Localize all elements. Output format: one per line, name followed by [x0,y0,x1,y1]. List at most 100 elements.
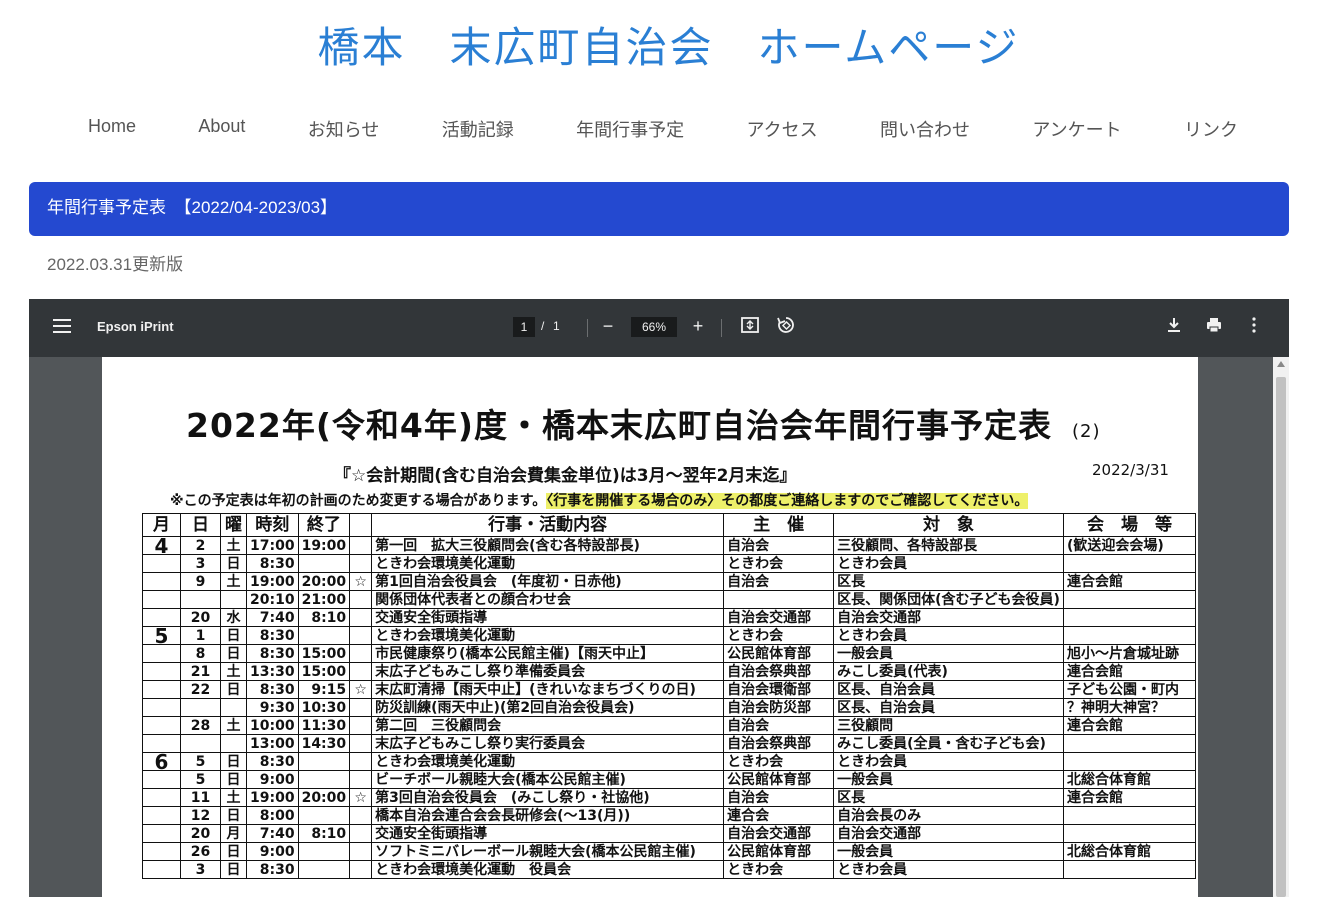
nav-news[interactable]: お知らせ [278,112,410,146]
nav-home[interactable]: Home [58,112,166,146]
table-header-cell: 曜 [220,513,247,537]
table-header-cell: 月 [142,513,181,537]
table-cell: 防災訓練(雨天中止)(第2回自治会役員会) [371,698,725,717]
table-cell [142,716,181,735]
table-header-cell: 会 場 等 [1062,513,1196,537]
table-cell: 1 [180,626,221,645]
scrollbar[interactable] [1273,357,1289,897]
table-cell: ときわ会環境美化運動 [371,626,725,645]
page-total: 1 [553,319,560,333]
nav-links[interactable]: リンク [1154,112,1268,146]
rotate-icon[interactable] [775,315,797,337]
table-row: 11 土 19:00 20:00 ☆ 第3回自治会役員会 (みこし祭り・社協他) 自治会 区長… [142,788,1196,807]
minus-icon[interactable]: − [597,315,619,337]
scrollbar-thumb[interactable] [1276,377,1286,897]
table-cell: 15:00 [297,662,351,681]
table-cell: 19:00 [246,788,299,807]
table-cell [297,806,351,825]
table-cell: 日 [220,842,247,861]
table-cell: 三役顧問 [833,716,1064,735]
table-cell: 20 [180,608,221,627]
table-cell: 12 [180,806,221,825]
table-cell: 日 [220,752,247,771]
table-cell [1062,752,1196,771]
table-cell [297,554,351,573]
table-cell: 北総合体育館 [1062,842,1196,861]
print-icon[interactable] [1203,315,1225,337]
table-cell [1062,860,1196,879]
table-cell: 日 [220,644,247,663]
table-cell: ☆ [349,788,373,807]
table-cell: 8:10 [297,608,351,627]
table-row: 9 土 19:00 20:00 ☆ 第1回自治会役員会 (年度初・日赤他) 自治会 区長 連合会… [142,572,1196,591]
nav-access[interactable]: アクセス [717,112,848,146]
table-cell: 8 [180,644,221,663]
table-cell: 子ども公園・町内 [1062,680,1196,699]
nav-survey[interactable]: アンケート [1002,112,1151,146]
table-cell: 区長 [833,788,1064,807]
plus-icon[interactable]: + [687,315,709,337]
table-cell: 自治会交通部 [833,824,1064,843]
table-header-cell: 日 [180,513,221,537]
table-cell [142,860,181,879]
table-cell [349,644,373,663]
doc-date: 2022/3/31 [1092,461,1169,479]
download-icon[interactable] [1163,315,1185,337]
zoom-input[interactable]: 66% [631,317,677,337]
table-cell: 月 [220,824,247,843]
table-cell: みこし委員(代表) [833,662,1064,681]
table-cell [142,554,181,573]
table-cell [349,716,373,735]
table-row: 26 日 9:00 ソフトミニバレーボール親睦大会(橋本公民館主催) 公民館体育部 一般会… [142,842,1196,861]
doc-subtitle: 『☆会計期間(含む自治会費集金単位)は3月～翌年2月末迄』 [334,466,797,486]
nav-contact[interactable]: 問い合わせ [850,112,1000,146]
table-row: 3 日 8:30 ときわ会環境美化運動 役員会 ときわ会 ときわ会員 [142,860,1196,879]
nav-annual-schedule[interactable]: 年間行事予定 [546,112,714,146]
menu-icon[interactable] [53,319,71,333]
table-cell: 8:30 [246,626,299,645]
table-cell: 20:00 [297,572,351,591]
table-cell: 第二回 三役顧問会 [371,716,725,735]
table-cell: 区長、関係団体(含む子ども会役員) [833,590,1064,609]
table-cell [297,752,351,771]
table-cell [142,734,181,753]
table-cell: 関係団体代表者との顔合わせ会 [371,590,725,609]
table-cell: 自治会交通部 [833,608,1064,627]
table-cell: ときわ会 [723,554,835,573]
table-cell: 8:10 [297,824,351,843]
table-row: 5 1 日 8:30 ときわ会環境美化運動 ときわ会 ときわ会員 [142,626,1196,645]
section-banner: 年間行事予定表 【2022/04-2023/03】 [29,182,1289,236]
table-cell: 8:30 [246,752,299,771]
doc-note-text: ※この予定表は年初の計画のため変更する場合があります。 [170,493,547,509]
page-number-input[interactable]: 1 [513,317,535,337]
table-cell [297,860,351,879]
table-cell: 土 [220,788,247,807]
table-cell: 公民館体育部 [723,644,835,663]
table-cell [349,608,373,627]
table-cell: 一般会員 [833,644,1064,663]
table-cell [349,770,373,789]
table-cell: 日 [220,554,247,573]
table-cell: 5 [142,626,181,645]
table-cell: 北総合体育館 [1062,770,1196,789]
table-cell [349,626,373,645]
table-cell: 8:30 [246,554,299,573]
table-header-cell [349,513,373,537]
table-cell: 第一回 拡大三役顧問会(含む各特設部長) [371,536,725,555]
pdf-viewer[interactable]: Epson iPrint 1 / 1 − 66% + 2022年(令和4年)度・… [29,299,1289,897]
table-cell: 交通安全街頭指導 [371,824,725,843]
scroll-up-icon[interactable] [1277,361,1285,367]
table-cell [142,662,181,681]
nav-activities[interactable]: 活動記録 [412,112,544,146]
table-cell [142,680,181,699]
table-cell: 連合会 [723,806,835,825]
doc-note: ※この予定表は年初の計画のため変更する場合があります。〈行事を開催する場合のみ〉… [170,490,1029,510]
table-cell: 一般会員 [833,770,1064,789]
more-icon[interactable] [1243,315,1265,337]
updated-label: 2022.03.31更新版 [47,255,184,274]
table-cell: みこし委員(全員・含む子ども会) [833,734,1064,753]
table-cell: 市民健康祭り(橋本公民館主催)【雨天中止】 [371,644,725,663]
fit-page-icon[interactable] [739,315,761,337]
table-cell: 第1回自治会役員会 (年度初・日赤他) [371,572,725,591]
nav-about[interactable]: About [168,112,275,146]
